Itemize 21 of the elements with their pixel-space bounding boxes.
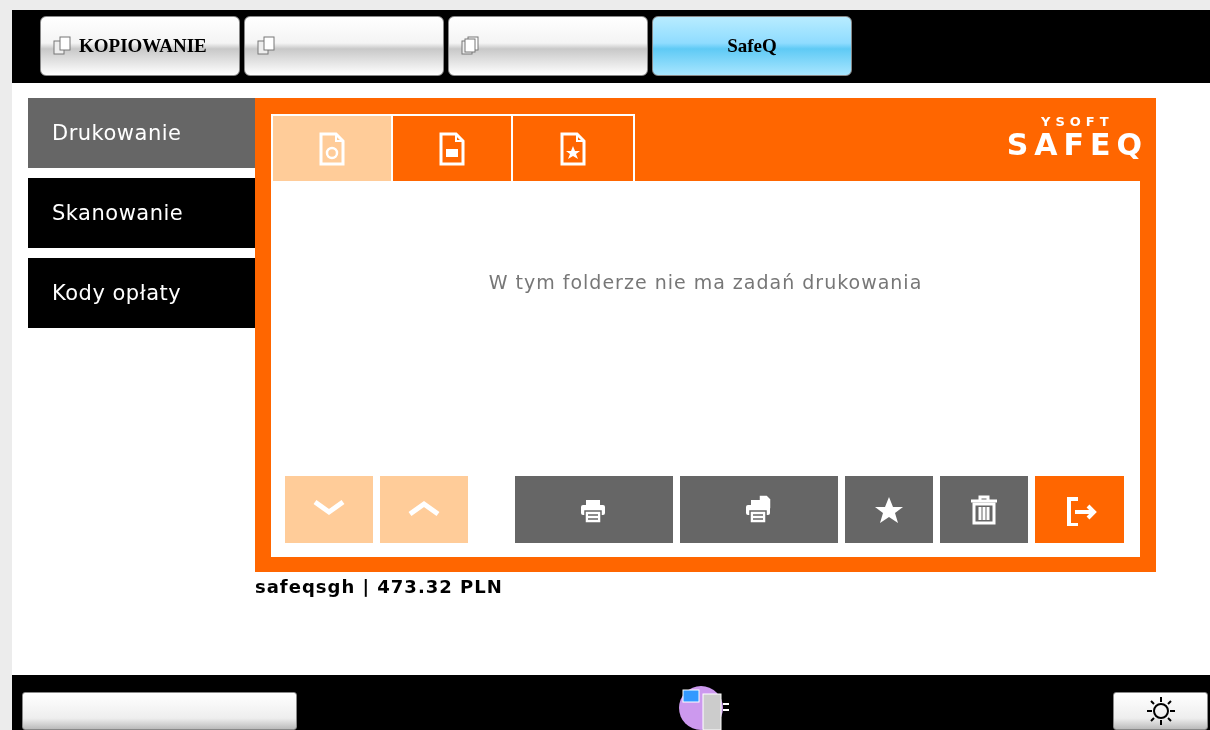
sidebar-item[interactable]: Drukowanie: [28, 98, 255, 168]
mode-tab[interactable]: [244, 16, 444, 76]
print-keep-button[interactable]: [680, 476, 838, 543]
status-button[interactable]: [22, 692, 297, 730]
favorite-button[interactable]: [845, 476, 933, 543]
sidebar-item[interactable]: Skanowanie: [28, 178, 255, 248]
sun-icon: [1145, 696, 1176, 726]
logout-button[interactable]: [1035, 476, 1124, 543]
clock-document-icon: [317, 131, 347, 166]
delete-button[interactable]: [940, 476, 1028, 543]
mode-tab[interactable]: [448, 16, 648, 76]
star-document-icon: [558, 131, 588, 166]
mode-tab[interactable]: KOPIOWANIE: [40, 16, 240, 76]
sidebar-item[interactable]: Kody opłaty: [28, 258, 255, 328]
print-button[interactable]: [515, 476, 673, 543]
printer-document-icon: [437, 131, 467, 166]
mode-tab[interactable]: SafeQ: [652, 16, 852, 76]
account-balance: safeqsgh | 473.32 PLN: [255, 576, 504, 597]
logo: YSOFT SAFEQ: [1006, 114, 1148, 164]
brightness-button[interactable]: [1113, 692, 1208, 730]
empty-message: W tym folderze nie ma zadań drukowania: [487, 271, 924, 295]
